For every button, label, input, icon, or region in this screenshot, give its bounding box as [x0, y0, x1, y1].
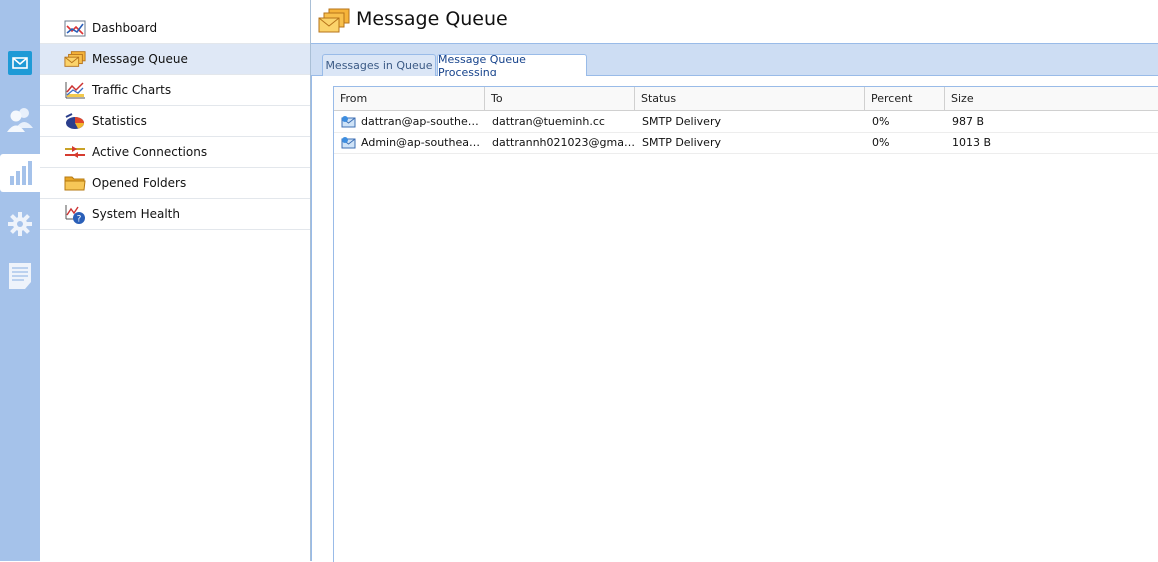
nav-item-label: Opened Folders: [92, 176, 187, 190]
cell-from-text: Admin@ap-southeast-…: [361, 136, 485, 149]
tab-strip: Messages in Queue Message Queue Processi…: [311, 44, 1158, 79]
rail-users-button[interactable]: [0, 102, 40, 138]
cell-to-text: dattran@tueminh.cc: [492, 115, 605, 128]
statistics-pie-icon: [64, 110, 86, 132]
gear-icon: [8, 212, 32, 236]
tab-panel: From To Status Percent Size dattran@ap-s…: [311, 76, 1158, 562]
cell-from: Admin@ap-southeast-…: [334, 132, 485, 153]
cell-size: 987 B: [952, 115, 985, 128]
cell-to-text: dattrannh021023@gmail.c…: [492, 136, 635, 149]
tab-message-queue-processing[interactable]: Message Queue Processing: [437, 53, 587, 79]
icon-rail: [0, 0, 40, 561]
svg-text:?: ?: [77, 215, 82, 225]
cell-status: SMTP Delivery: [642, 136, 721, 149]
column-header-size[interactable]: Size: [945, 87, 1158, 110]
column-header-percent[interactable]: Percent: [865, 87, 945, 110]
dashboard-chart-icon: [64, 17, 86, 39]
rail-settings-button[interactable]: [0, 206, 40, 242]
nav-item-label: Traffic Charts: [92, 83, 172, 97]
message-queue-icon: [318, 8, 350, 38]
main-content: Message Queue Messages in Queue Message …: [311, 0, 1158, 562]
cell-from: dattran@ap-southeast…: [334, 111, 485, 132]
cell-status: SMTP Delivery: [642, 115, 721, 128]
page-header: Message Queue: [311, 0, 1158, 44]
rail-mail-button[interactable]: [0, 45, 40, 81]
nav-item-message-queue[interactable]: Message Queue: [40, 44, 310, 75]
nav-item-label: Statistics: [92, 114, 147, 128]
email-message-icon: [341, 116, 356, 128]
tab-messages-in-queue[interactable]: Messages in Queue: [322, 54, 436, 76]
nav-item-statistics[interactable]: Statistics: [40, 106, 310, 137]
nav-item-system-health[interactable]: ? System Health: [40, 199, 310, 230]
queue-grid: From To Status Percent Size dattran@ap-s…: [333, 86, 1158, 562]
email-message-icon: [341, 137, 356, 149]
system-health-icon: ?: [64, 203, 86, 225]
cell-to: dattran@tueminh.cc: [485, 111, 635, 132]
cell-from-text: dattran@ap-southeast…: [361, 115, 485, 128]
users-icon: [7, 108, 33, 132]
table-row[interactable]: dattran@ap-southeast… dattran@tueminh.cc…: [334, 111, 1158, 133]
rail-logs-button[interactable]: [0, 258, 40, 294]
cell-to: dattrannh021023@gmail.c…: [485, 132, 635, 153]
column-header-to[interactable]: To: [485, 87, 635, 110]
traffic-chart-icon: [64, 79, 86, 101]
nav-item-active-connections[interactable]: Active Connections: [40, 137, 310, 168]
nav-item-label: System Health: [92, 207, 180, 221]
nav-item-opened-folders[interactable]: Opened Folders: [40, 168, 310, 199]
cell-percent: 0%: [872, 136, 890, 149]
column-header-from[interactable]: From: [334, 87, 485, 110]
cell-size: 1013 B: [952, 136, 992, 149]
connections-icon: [64, 141, 86, 163]
folder-icon: [64, 172, 86, 194]
nav-panel: Dashboard Message Queue Traffic Charts S…: [40, 0, 311, 561]
cell-percent: 0%: [872, 115, 890, 128]
grid-header: From To Status Percent Size: [334, 87, 1158, 111]
table-row[interactable]: Admin@ap-southeast-… dattrannh021023@gma…: [334, 132, 1158, 154]
document-icon: [9, 263, 31, 289]
rail-statistics-button[interactable]: [0, 154, 40, 192]
nav-item-label: Dashboard: [92, 21, 158, 35]
nav-item-traffic-charts[interactable]: Traffic Charts: [40, 75, 310, 106]
mail-icon: [8, 51, 32, 75]
nav-item-label: Active Connections: [92, 145, 208, 159]
nav-item-label: Message Queue: [92, 52, 188, 66]
column-header-status[interactable]: Status: [635, 87, 865, 110]
bar-chart-icon: [10, 161, 32, 185]
nav-item-dashboard[interactable]: Dashboard: [40, 13, 310, 44]
message-queue-icon: [64, 48, 86, 70]
page-title: Message Queue: [356, 8, 508, 30]
